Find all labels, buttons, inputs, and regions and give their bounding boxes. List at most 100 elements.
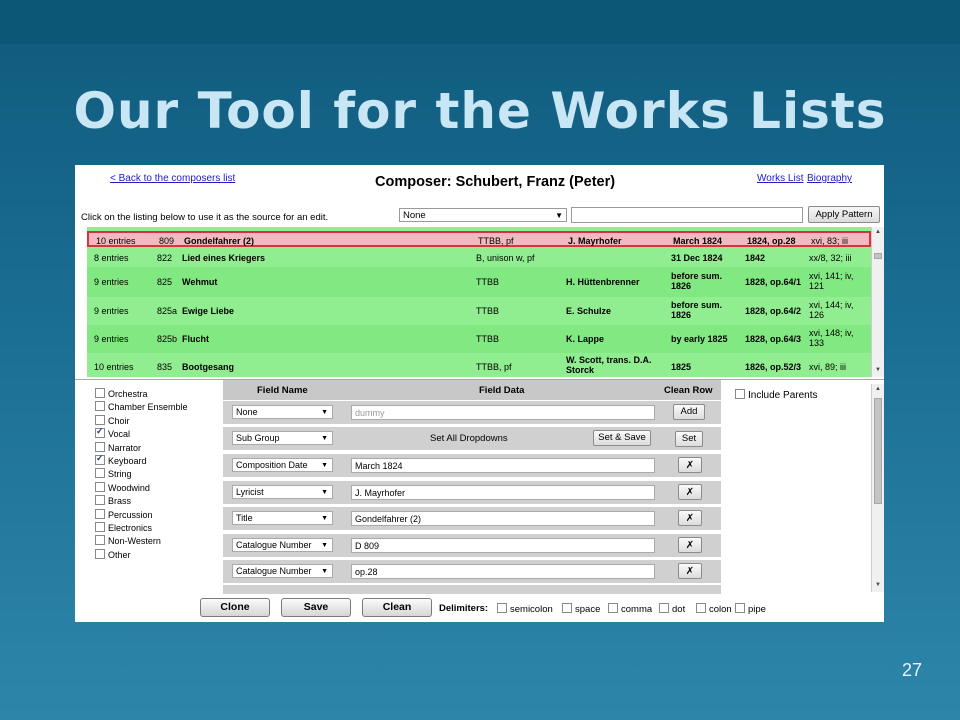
works-list-link[interactable]: Works List <box>757 173 804 184</box>
subgroup-select[interactable]: Sub Group ▼ <box>232 431 333 445</box>
clean-row-button[interactable]: ✗ <box>678 457 702 473</box>
category-checkbox[interactable] <box>95 388 105 398</box>
category-checkbox[interactable] <box>95 441 105 452</box>
clean-row-button[interactable]: ✗ <box>678 563 702 579</box>
category-non-western[interactable]: Non-Western <box>95 535 161 546</box>
set-and-save-button[interactable]: Set & Save <box>593 430 651 446</box>
field-data-input[interactable]: dummy <box>351 405 655 420</box>
scroll-thumb[interactable] <box>874 398 882 504</box>
delimiter-checkbox[interactable] <box>608 603 618 613</box>
include-parents-checkbox[interactable] <box>735 389 745 399</box>
category-vocal[interactable]: Vocal <box>95 426 130 439</box>
listing-row[interactable]: 9 entries 825a Ewige Liebe TTBB E. Schul… <box>87 297 871 325</box>
field-value-input[interactable]: op.28 <box>351 564 655 579</box>
row-number: 822 <box>157 253 173 263</box>
field-row: Catalogue Number ▼ D 809 ✗ <box>223 533 721 557</box>
delimiter-dot[interactable]: dot <box>659 603 685 615</box>
field-name-select[interactable]: Catalogue Number ▼ <box>232 564 333 578</box>
biography-link[interactable]: Biography <box>807 173 852 184</box>
field-type-select[interactable]: None ▼ <box>232 405 333 419</box>
field-row: Title ▼ Gondelfahrer (2) ✗ <box>223 507 721 530</box>
delimiter-checkbox[interactable] <box>562 603 572 613</box>
scroll-up-icon[interactable]: ▲ <box>872 229 884 235</box>
scroll-thumb[interactable] <box>874 253 882 259</box>
row-lyricist: W. Scott, trans. D.A. Storck <box>566 355 652 375</box>
listing-row[interactable]: 10 entries 835 Bootgesang TTBB, pf W. Sc… <box>87 353 871 377</box>
clean-row-button[interactable]: ✗ <box>678 510 702 526</box>
category-checkbox[interactable] <box>95 453 105 465</box>
category-checkbox[interactable] <box>95 468 105 479</box>
category-checkbox[interactable] <box>95 535 105 546</box>
clean-row-button[interactable]: ✗ <box>678 483 702 500</box>
scroll-up-icon[interactable]: ▲ <box>872 386 884 392</box>
delimiter-space[interactable]: space <box>562 603 600 615</box>
category-other[interactable]: Other <box>95 548 131 560</box>
category-keyboard[interactable]: Keyboard <box>95 453 147 466</box>
set-button[interactable]: Set <box>675 431 703 447</box>
category-checkbox[interactable] <box>95 426 105 439</box>
category-choir[interactable]: Choir <box>95 414 130 426</box>
delimiter-checkbox[interactable] <box>735 603 745 613</box>
delimiter-checkbox[interactable] <box>497 603 507 613</box>
row-date: March 1824 <box>673 236 723 246</box>
listing-row[interactable]: 8 entries 822 Lied eines Kriegers B, uni… <box>87 249 871 267</box>
category-string[interactable]: String <box>95 468 132 479</box>
pattern-input[interactable] <box>571 207 803 223</box>
include-parents-option[interactable]: Include Parents <box>735 389 818 401</box>
clean-button[interactable]: Clean <box>362 598 432 617</box>
category-checkbox[interactable] <box>95 508 105 519</box>
listing-row[interactable]: 9 entries 825 Wehmut TTBB H. Hüttenbrenn… <box>87 267 871 297</box>
category-electronics[interactable]: Electronics <box>95 522 152 533</box>
category-checkbox[interactable] <box>95 495 105 506</box>
row-date: 31 Dec 1824 <box>671 253 723 263</box>
category-checkbox[interactable] <box>95 481 105 492</box>
listing-row[interactable]: 9 entries 825b Flucht TTBB K. Lappe by e… <box>87 325 871 353</box>
scroll-down-icon[interactable]: ▼ <box>872 582 884 588</box>
delimiter-semicolon[interactable]: semicolon <box>497 603 553 615</box>
category-woodwind[interactable]: Woodwind <box>95 481 150 493</box>
scroll-down-icon[interactable]: ▼ <box>872 367 884 373</box>
back-to-composers-link[interactable]: < Back to the composers list <box>110 173 235 184</box>
row-entries: 9 entries <box>94 334 129 344</box>
category-brass[interactable]: Brass <box>95 495 131 506</box>
clone-button[interactable]: Clone <box>200 598 270 617</box>
delimiter-pipe[interactable]: pipe <box>735 603 766 615</box>
delimiter-checkbox[interactable] <box>696 603 706 613</box>
field-name-select[interactable]: Title ▼ <box>232 511 333 525</box>
delimiter-label: space <box>575 604 601 615</box>
row-lyricist: H. Hüttenbrenner <box>566 277 640 287</box>
category-checkbox[interactable] <box>95 401 105 412</box>
category-label: Non-Western <box>108 536 161 547</box>
editor-scrollbar[interactable]: ▲ ▼ <box>871 384 884 592</box>
category-label: Choir <box>108 415 130 426</box>
pattern-select[interactable]: None ▼ <box>399 208 567 222</box>
category-label: Orchestra <box>108 389 148 399</box>
category-chamber-ensemble[interactable]: Chamber Ensemble <box>95 401 188 412</box>
category-checkbox[interactable] <box>95 548 105 559</box>
category-narrator[interactable]: Narrator <box>95 441 141 453</box>
delimiter-colon[interactable]: colon <box>696 603 732 615</box>
row-scoring: B, unison w, pf <box>476 253 535 263</box>
category-orchestra[interactable]: Orchestra <box>95 388 148 399</box>
category-percussion[interactable]: Percussion <box>95 508 153 520</box>
row-title: Ewige Liebe <box>182 306 235 316</box>
listing-row[interactable]: 10 entries 809 Gondelfahrer (2) TTBB, pf… <box>87 231 871 247</box>
field-name-select[interactable]: Composition Date ▼ <box>232 458 333 472</box>
field-value-input[interactable]: Gondelfahrer (2) <box>351 511 655 526</box>
add-button[interactable]: Add <box>673 404 705 420</box>
category-checkbox[interactable] <box>95 522 105 532</box>
category-checkbox[interactable] <box>95 414 105 425</box>
field-value-input[interactable]: J. Mayrhofer <box>351 484 655 500</box>
delimiter-checkbox[interactable] <box>659 603 669 613</box>
save-button[interactable]: Save <box>281 598 351 617</box>
row-date: before sum. 1826 <box>671 300 723 320</box>
listing-scrollbar[interactable]: ▲ ▼ <box>871 227 884 377</box>
delimiter-comma[interactable]: comma <box>608 603 652 615</box>
clean-row-button[interactable]: ✗ <box>678 536 702 553</box>
field-value-input[interactable]: March 1824 <box>351 458 655 473</box>
field-value-input[interactable]: D 809 <box>351 537 655 553</box>
row-title: Bootgesang <box>182 362 235 372</box>
apply-pattern-button[interactable]: Apply Pattern <box>808 206 880 223</box>
field-name-select[interactable]: Catalogue Number ▼ <box>232 537 333 552</box>
field-name-select[interactable]: Lyricist ▼ <box>232 484 333 499</box>
